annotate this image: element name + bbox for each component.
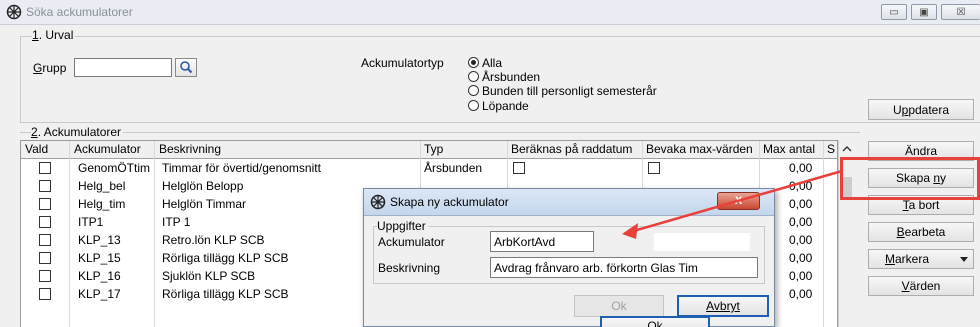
title-bar: Söka ackumulatorer ▭ ▣ ☒: [0, 0, 980, 25]
cell-desc: Retro.lön KLP SCB: [162, 233, 265, 247]
ackumulator-label: Ackumulator: [378, 235, 445, 249]
bevaka-checkbox[interactable]: [648, 162, 660, 174]
vald-checkbox[interactable]: [39, 252, 51, 264]
table-row[interactable]: GenomÖTtim Timmar för övertid/genomsnitt…: [21, 159, 837, 177]
beskrivning-input[interactable]: [490, 257, 758, 278]
cell-code: ITP1: [78, 215, 104, 229]
cell-max: 0,00: [789, 251, 813, 265]
dialog-close-button[interactable]: X: [717, 192, 760, 210]
cell-code: KLP_15: [78, 251, 121, 265]
vald-checkbox[interactable]: [39, 234, 51, 246]
uppdatera-button[interactable]: Uppdatera: [868, 99, 974, 120]
avbryt-button[interactable]: Avbryt: [677, 295, 769, 317]
urval-frame-top: [20, 36, 980, 37]
blank-field: [654, 233, 750, 251]
urval-label: 1. Urval: [32, 28, 76, 42]
cell-code: KLP_16: [78, 269, 121, 283]
vald-checkbox[interactable]: [39, 270, 51, 282]
cell-desc: Rörliga tillägg KLP SCB: [162, 287, 289, 301]
vald-checkbox[interactable]: [39, 198, 51, 210]
ok-button-hint[interactable]: Ok: [600, 316, 710, 327]
radio-icon: [468, 100, 479, 111]
cell-code: KLP_13: [78, 233, 121, 247]
urval-frame-left: [20, 36, 21, 122]
window-title: Söka ackumulatorer: [26, 5, 133, 19]
table-header: Vald Ackumulator Beskrivning Typ Beräkna…: [21, 141, 837, 159]
scroll-up-icon[interactable]: [840, 142, 854, 156]
ackumulatorer-label: 2. Ackumulatorer: [31, 125, 124, 139]
maximize-button[interactable]: ▣: [911, 4, 937, 20]
urval-frame-bottom: [20, 122, 980, 123]
cell-desc: Rörliga tillägg KLP SCB: [162, 251, 289, 265]
app-icon: [6, 4, 22, 20]
uppgifter-label: Uppgifter: [377, 219, 428, 233]
col-bevaka[interactable]: Bevaka max-värden: [646, 142, 753, 156]
varden-button[interactable]: Värden: [868, 276, 974, 296]
col-ackumulator[interactable]: Ackumulator: [74, 142, 141, 156]
ack-frame-top: [20, 132, 860, 133]
col-max-antal[interactable]: Max antal: [763, 142, 815, 156]
grupp-input[interactable]: [74, 58, 172, 77]
skapa-ny-dialog: Skapa ny ackumulator X Uppgifter Ackumul…: [363, 188, 775, 327]
cell-max: 0,00: [789, 269, 813, 283]
vald-checkbox[interactable]: [39, 216, 51, 228]
col-typ[interactable]: Typ: [424, 142, 443, 156]
cell-code: KLP_17: [78, 287, 121, 301]
cell-max: 0,00: [789, 179, 813, 193]
highlight-box: [840, 157, 980, 200]
markera-button[interactable]: Markera: [868, 249, 974, 269]
vald-checkbox[interactable]: [39, 180, 51, 192]
cell-max: 0,00: [789, 197, 813, 211]
dialog-title: Skapa ny ackumulator: [390, 195, 509, 209]
radio-lopande[interactable]: Löpande: [468, 99, 529, 113]
cell-desc: ITP 1: [162, 215, 191, 229]
app-icon: [370, 194, 386, 210]
cell-type: Årsbunden: [424, 161, 483, 175]
cell-code: GenomÖTtim: [78, 161, 151, 175]
col-beraknas[interactable]: Beräknas på raddatum: [511, 142, 632, 156]
beraknas-checkbox[interactable]: [513, 162, 525, 174]
dropdown-arrow-icon: [960, 257, 968, 262]
beskrivning-label: Beskrivning: [378, 261, 441, 275]
radio-arsbunden[interactable]: Årsbunden: [468, 70, 540, 84]
cell-desc: Sjuklön KLP SCB: [162, 269, 256, 283]
bearbeta-button[interactable]: Bearbeta: [868, 222, 974, 242]
cell-code: Helg_tim: [78, 197, 126, 211]
cell-desc: Helglön Belopp: [162, 179, 244, 193]
ok-button-disabled[interactable]: Ok: [574, 295, 664, 317]
ackumulatortyp-label: Ackumulatortyp: [361, 56, 444, 70]
close-window-button[interactable]: ☒: [941, 4, 980, 20]
vald-checkbox[interactable]: [39, 162, 51, 174]
minimize-button[interactable]: ▭: [881, 4, 907, 20]
radio-alla[interactable]: Alla: [468, 56, 502, 70]
main-window: Söka ackumulatorer ▭ ▣ ☒ 1. Urval Grupp …: [0, 0, 980, 327]
radio-bunden-semesterar[interactable]: Bunden till personligt semesterår: [468, 84, 657, 98]
cell-max: 0,00: [789, 215, 813, 229]
radio-icon: [468, 71, 479, 82]
ackumulator-input[interactable]: [490, 231, 594, 252]
cell-desc: Helglön Timmar: [162, 197, 247, 211]
grupp-search-button[interactable]: [175, 58, 197, 77]
search-icon: [180, 61, 193, 74]
vald-checkbox[interactable]: [39, 288, 51, 300]
cell-max: 0,00: [789, 287, 813, 301]
radio-icon: [468, 85, 479, 96]
cell-code: Helg_bel: [78, 179, 126, 193]
col-vald[interactable]: Vald: [25, 142, 48, 156]
col-beskrivning[interactable]: Beskrivning: [159, 142, 221, 156]
col-s[interactable]: S: [827, 142, 837, 156]
grupp-label: Grupp: [33, 61, 67, 75]
cell-desc: Timmar för övertid/genomsnitt: [162, 161, 321, 175]
cell-max: 0,00: [789, 233, 813, 247]
radio-selected-icon: [468, 57, 479, 68]
dialog-title-bar: Skapa ny ackumulator X: [364, 189, 774, 216]
cell-max: 0,00: [789, 161, 813, 175]
